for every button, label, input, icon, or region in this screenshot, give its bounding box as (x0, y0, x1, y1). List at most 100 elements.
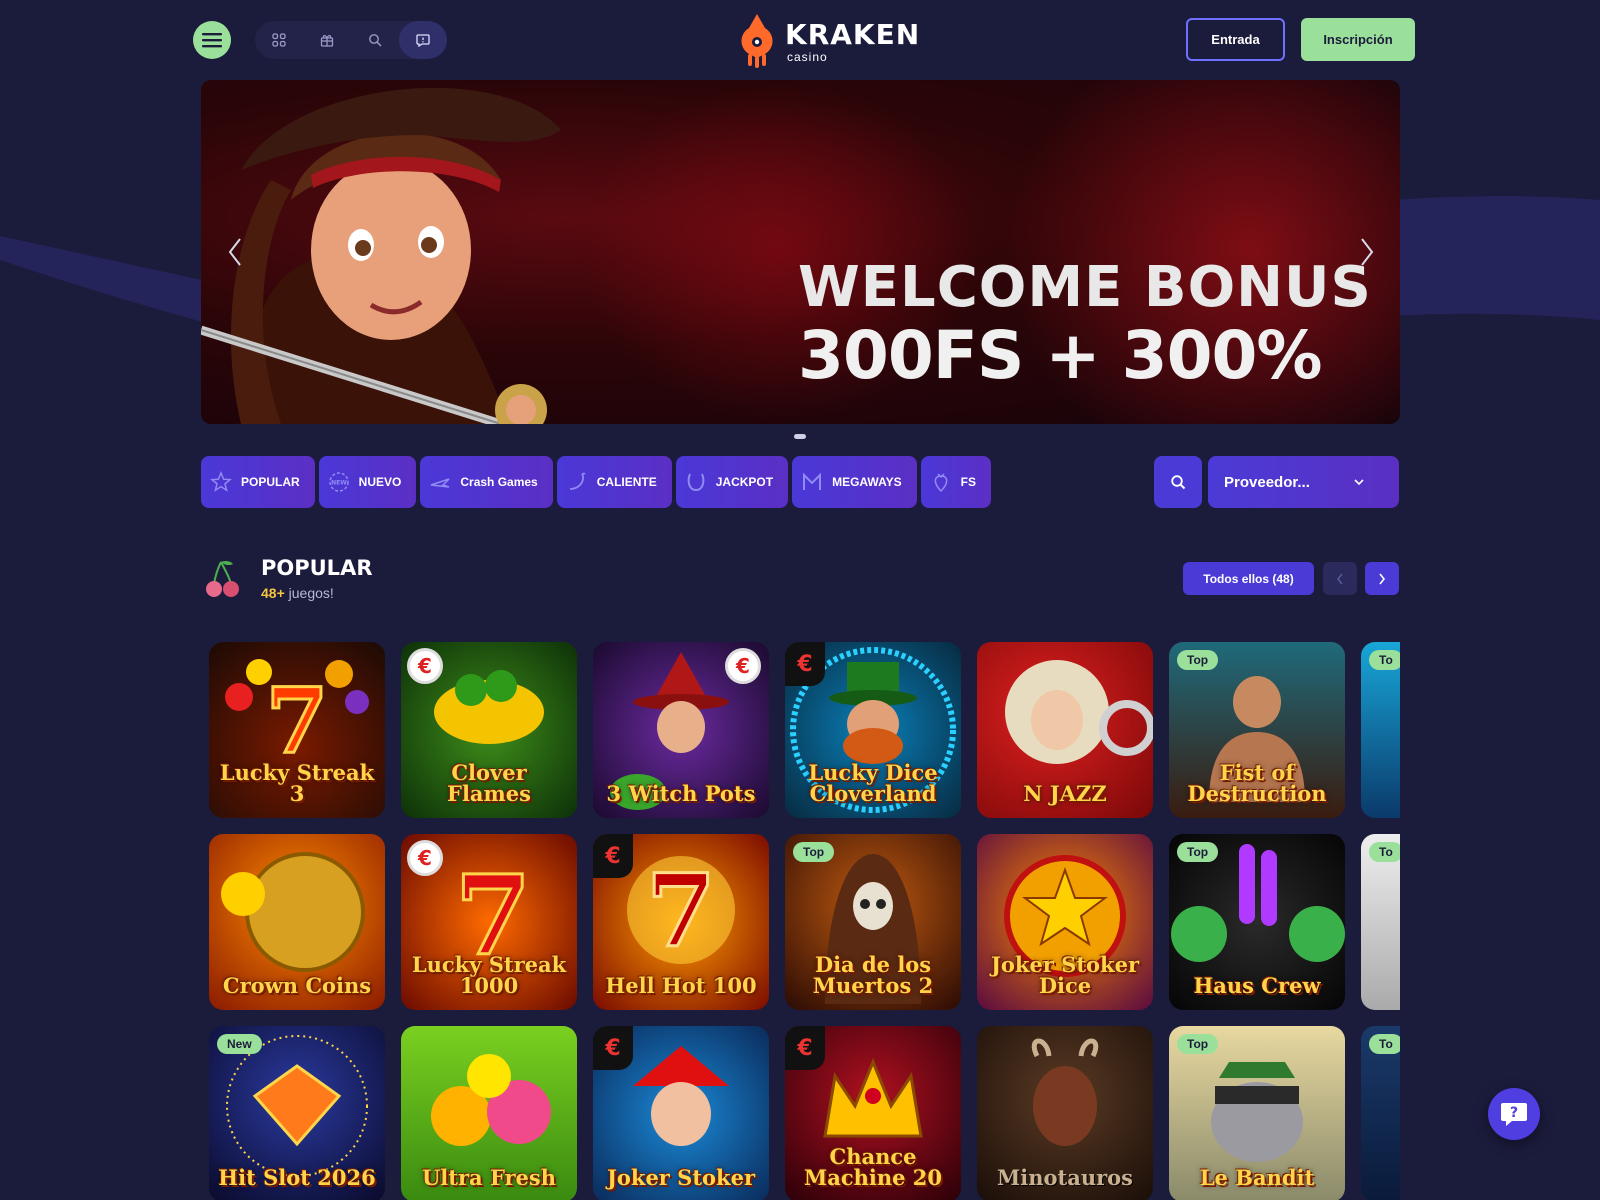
horseshoe-icon (684, 470, 708, 494)
register-button[interactable]: Inscripción (1301, 18, 1415, 61)
quick-nav (255, 21, 447, 59)
provider-select[interactable]: Proveedor... (1208, 456, 1399, 508)
tab-nuevo[interactable]: NEW NUEVO (318, 456, 417, 508)
chevron-right-icon (1361, 238, 1374, 266)
svg-text:7: 7 (266, 668, 329, 774)
game-tile[interactable]: New Hit Slot 2026 (209, 1026, 385, 1200)
game-title: Minotauros (997, 1165, 1133, 1190)
chat-button[interactable] (399, 21, 447, 59)
game-tile[interactable]: € 7 Hell Hot 100 (593, 834, 769, 1010)
m-icon (800, 470, 824, 494)
tab-jackpot[interactable]: JACKPOT (675, 456, 789, 508)
game-tile[interactable]: € Lucky Dice Cloverland (785, 642, 961, 818)
tab-caliente[interactable]: CALIENTE (556, 456, 672, 508)
support-chat-button[interactable]: ? (1488, 1088, 1540, 1140)
game-tile[interactable]: € Clover Flames (401, 642, 577, 818)
cherry-icon (206, 560, 239, 597)
games-next-button[interactable] (1365, 562, 1399, 595)
search-icon (369, 34, 382, 47)
game-tile[interactable]: € 3 Witch Pots (593, 642, 769, 818)
provider-logo-icon: € (593, 834, 633, 878)
game-tile[interactable]: € Chance Machine 20 (785, 1026, 961, 1200)
carousel-indicator[interactable] (794, 434, 806, 439)
game-title: Clover Flames (447, 760, 531, 806)
games-grid: 7 Lucky Streak 3 € Clover Flames € 3 Wit… (209, 642, 1400, 1200)
tab-megaways[interactable]: MEGAWAYS (792, 456, 917, 508)
help-chat-icon: ? (1501, 1103, 1527, 1126)
tab-label: CALIENTE (596, 475, 657, 489)
search-icon (1171, 475, 1186, 490)
menu-button[interactable] (193, 21, 231, 59)
game-tile[interactable]: Minotauros (977, 1026, 1153, 1200)
top-badge: To (1369, 842, 1400, 862)
search-button[interactable] (351, 21, 399, 59)
game-title: Joker Stoker Dice (990, 952, 1140, 998)
star-icon (209, 470, 233, 494)
logo-subtitle: casino (787, 50, 828, 64)
svg-text:?: ? (1510, 1105, 1518, 1121)
plane-icon (428, 470, 452, 494)
tab-label: NUEVO (358, 475, 402, 489)
game-tile[interactable]: 7 Lucky Streak 3 (209, 642, 385, 818)
header: KRAKEN casino Entrada Inscripción (0, 0, 1600, 78)
chili-icon (565, 470, 589, 494)
game-title: Chance Machine 20 (803, 1144, 943, 1190)
chevron-right-icon (1379, 573, 1386, 584)
pirate-illustration (201, 87, 561, 424)
game-title: Dia de los Muertos 2 (812, 952, 934, 998)
game-tile[interactable]: To (1361, 1026, 1400, 1200)
tab-label: FS (960, 475, 976, 489)
tab-fs[interactable]: FS (920, 456, 991, 508)
logo[interactable]: KRAKEN casino (735, 12, 919, 68)
banner-headline: WELCOME BONUS (798, 255, 1372, 320)
game-tile[interactable]: Top Le Bandit (1169, 1026, 1345, 1200)
message-icon (416, 34, 430, 47)
tab-label: Crash Games (460, 475, 538, 489)
section-title: POPULAR (261, 556, 373, 580)
provider-logo-icon: € (785, 642, 825, 686)
game-tile[interactable]: Top Fist of Destruction (1169, 642, 1345, 818)
game-title: Joker Stoker (606, 1165, 756, 1190)
game-tile[interactable]: Top Dia de los Muertos 2 (785, 834, 961, 1010)
game-tile[interactable]: € Joker Stoker (593, 1026, 769, 1200)
game-tile[interactable]: Ultra Fresh (401, 1026, 577, 1200)
game-tile[interactable]: To (1361, 642, 1400, 818)
grid-icon (272, 33, 286, 47)
tab-crash-games[interactable]: Crash Games (420, 456, 553, 508)
view-all-button[interactable]: Todos ellos (48) (1183, 562, 1314, 595)
game-tile[interactable]: N JAZZ (977, 642, 1153, 818)
category-tabs: POPULAR NEW NUEVO Crash Games CALIENTE J… (201, 456, 991, 508)
banner-offer: 300FS + 300% (798, 317, 1323, 394)
top-badge: Top (793, 842, 835, 862)
provider-logo-icon: € (785, 1026, 825, 1070)
game-tile[interactable]: To (1361, 834, 1400, 1010)
banner-next-button[interactable] (1353, 230, 1381, 274)
game-search-button[interactable] (1154, 456, 1202, 508)
gift-button[interactable] (303, 21, 351, 59)
tab-popular[interactable]: POPULAR (201, 456, 315, 508)
provider-select-value: Proveedor... (1224, 473, 1310, 491)
top-badge: Top (1177, 1034, 1219, 1054)
games-grid-button[interactable] (255, 21, 303, 59)
new-badge: New (217, 1034, 262, 1054)
tab-label: MEGAWAYS (832, 475, 902, 489)
promo-banner[interactable]: WELCOME BONUS 300FS + 300% (201, 80, 1400, 424)
game-tile[interactable]: Top Haus Crew (1169, 834, 1345, 1010)
game-title: Crown Coins (222, 973, 372, 998)
strawberry-icon (929, 470, 953, 494)
login-button[interactable]: Entrada (1186, 18, 1285, 61)
chevron-down-icon (1354, 479, 1364, 486)
top-badge: Top (1177, 650, 1219, 670)
game-title: Haus Crew (1193, 973, 1321, 998)
provider-logo-icon: € (407, 648, 443, 684)
game-tile[interactable]: Crown Coins (209, 834, 385, 1010)
game-tile[interactable]: € 7 Lucky Streak 1000 (401, 834, 577, 1010)
game-tile[interactable]: Joker Stoker Dice (977, 834, 1153, 1010)
banner-prev-button[interactable] (221, 230, 249, 274)
game-title: Hit Slot 2026 (218, 1165, 376, 1190)
games-prev-button[interactable] (1323, 562, 1357, 595)
provider-logo-icon: € (593, 1026, 633, 1070)
game-title: Lucky Streak 3 (219, 760, 375, 806)
svg-text:NEW: NEW (331, 480, 347, 487)
tab-label: POPULAR (241, 475, 300, 489)
